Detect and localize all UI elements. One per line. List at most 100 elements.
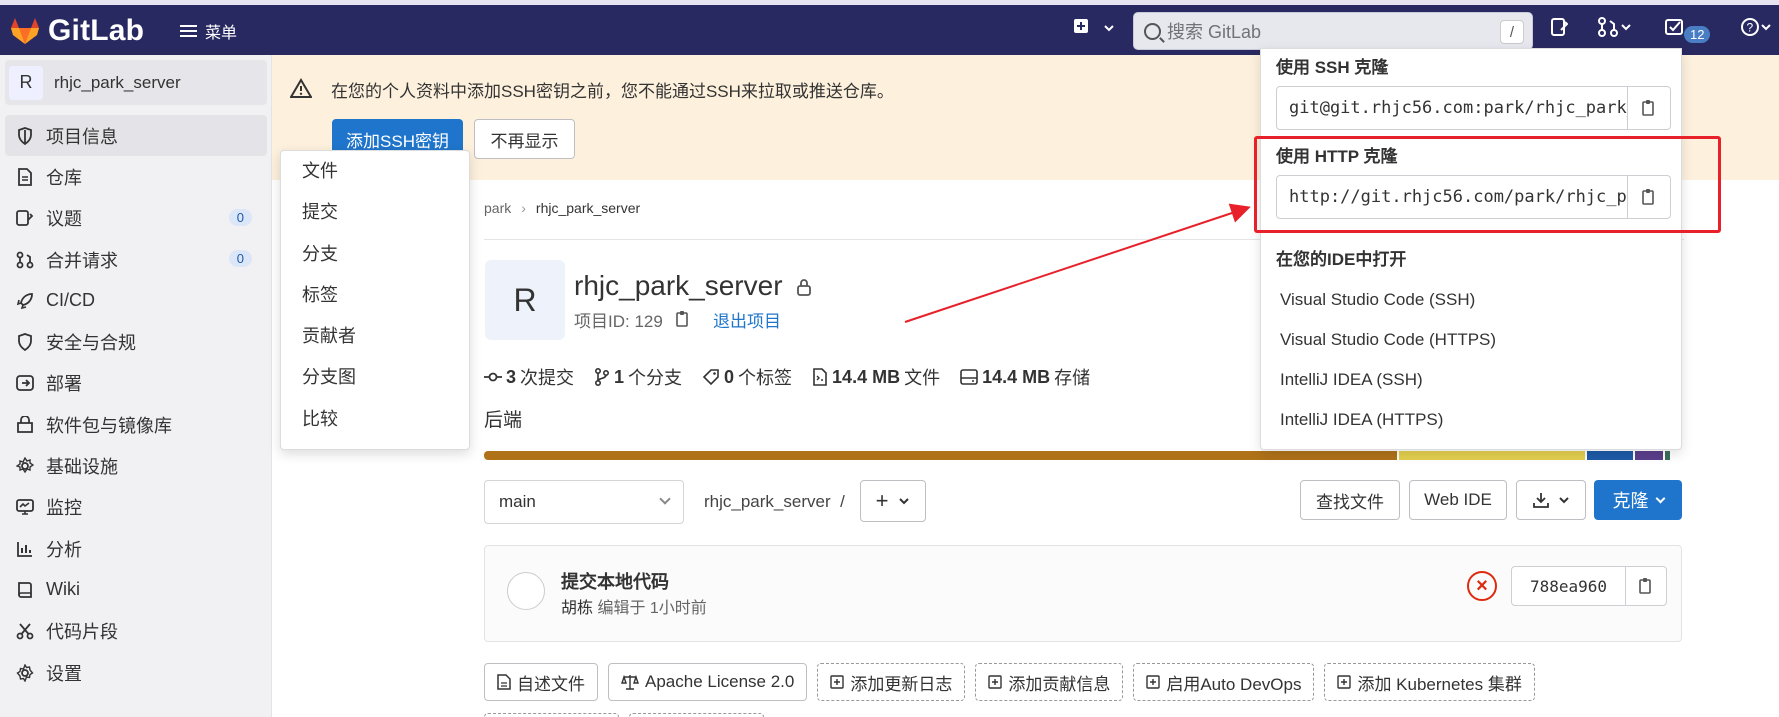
stat-storage[interactable]: 14.4 MB 存储 [960, 364, 1090, 390]
ide-item-intellij-ssh[interactable]: IntelliJ IDEA (SSH) [1280, 370, 1423, 390]
language-bar-segment[interactable] [1632, 451, 1663, 460]
language-bar-segment[interactable] [1662, 451, 1670, 460]
language-bar-segment[interactable] [1584, 451, 1633, 460]
lock-icon [797, 279, 811, 296]
merge-request-icon [1598, 17, 1631, 37]
sidebar-item-merge-requests[interactable]: 合并请求 0 [0, 239, 272, 280]
sidebar-item-infrastructure[interactable]: 基础设施 [0, 445, 272, 486]
sidebar-item-security[interactable]: 安全与合规 [0, 321, 272, 362]
clone-label: 克隆 [1612, 491, 1649, 511]
menu-item-contributors[interactable]: 贡献者 [281, 316, 469, 357]
sidebar-item-packages[interactable]: 软件包与镜像库 [0, 404, 272, 445]
sidebar-project-header[interactable]: R rhjc_park_server [5, 60, 267, 105]
gitlab-logo[interactable]: GitLab [10, 14, 144, 48]
sidebar-item-wiki[interactable]: Wiki [0, 569, 272, 610]
leave-project-link[interactable]: 退出项目 [713, 307, 781, 332]
breadcrumb-project-link[interactable]: rhjc_park_server [536, 200, 640, 216]
web-ide-button[interactable]: Web IDE [1409, 480, 1507, 520]
menu-item-commits[interactable]: 提交 [281, 192, 469, 233]
language-bar-segment[interactable] [484, 451, 1397, 460]
merge-requests-button[interactable] [1598, 17, 1632, 42]
commit-sha[interactable]: 788ea960 [1512, 567, 1626, 605]
copy-icon[interactable] [675, 310, 691, 328]
chevron-down-icon[interactable] [1103, 18, 1115, 39]
sidebar-item-deployments[interactable]: 部署 [0, 363, 272, 404]
copy-ssh-url-button[interactable] [1628, 87, 1670, 129]
ide-item-intellij-https[interactable]: IntelliJ IDEA (HTTPS) [1280, 410, 1443, 430]
repository-submenu: 文件 提交 分支 标签 贡献者 分支图 比较 [280, 150, 470, 450]
merge-requests-count-badge: 0 [228, 249, 252, 267]
readme-button[interactable]: 自述文件 [484, 663, 598, 701]
sidebar-item-settings[interactable]: 设置 [0, 652, 272, 693]
stat-tags[interactable]: 0 个标签 [702, 364, 792, 390]
sidebar-item-label: 基础设施 [46, 457, 118, 478]
sidebar-item-snippets[interactable]: 代码片段 [0, 611, 272, 652]
chip-label: Apache License 2.0 [645, 672, 795, 691]
sidebar-item-label: 项目信息 [46, 126, 118, 147]
chevron-down-icon [899, 498, 910, 505]
menu-item-files[interactable]: 文件 [281, 151, 469, 192]
todos-button[interactable] [1665, 17, 1685, 42]
branch-selector[interactable]: main [484, 480, 684, 524]
project-avatar: R [9, 65, 43, 100]
enable-auto-devops-button[interactable]: 启用Auto DevOps [1133, 663, 1315, 701]
project-sidebar: R rhjc_park_server 项目信息 仓库 议题 0 合并请求 0 C… [0, 55, 272, 717]
menu-item-branches[interactable]: 分支 [281, 234, 469, 275]
add-kubernetes-cluster-button[interactable]: 添加 Kubernetes 集群 [1324, 663, 1535, 701]
branch-count: 1 [614, 366, 625, 387]
cut-off-button[interactable] [484, 713, 619, 717]
gitlab-project-page: GitLab 菜单 搜索 GitLab / 12 ? R rhjc_park_s… [0, 0, 1779, 717]
sidebar-item-label: CI/CD [46, 290, 95, 311]
create-new-button[interactable] [1073, 18, 1089, 39]
clone-button[interactable]: 克隆 [1594, 480, 1682, 520]
copy-sha-button[interactable] [1626, 567, 1666, 605]
pipeline-failed-icon[interactable]: × [1467, 571, 1497, 601]
download-icon [1533, 493, 1549, 508]
stat-files-size[interactable]: 14.4 MB 文件 [812, 364, 940, 390]
menu-button[interactable]: 菜单 [180, 19, 237, 43]
add-to-tree-button[interactable]: + [860, 480, 926, 522]
repo-path-root[interactable]: rhjc_park_server [704, 492, 831, 511]
chip-label: 添加贡献信息 [1008, 674, 1111, 694]
menu-item-tags[interactable]: 标签 [281, 275, 469, 316]
menu-item-graph[interactable]: 分支图 [281, 357, 469, 398]
ssh-url-input[interactable]: git@git.rhjc56.com:park/rhjc_park_server… [1277, 87, 1628, 129]
add-contributing-button[interactable]: 添加贡献信息 [975, 663, 1124, 701]
commit-time: 编辑于 1小时前 [593, 600, 707, 617]
sidebar-item-analytics[interactable]: 分析 [0, 528, 272, 569]
chip-label: 添加 Kubernetes 集群 [1357, 674, 1522, 694]
breadcrumb-group-link[interactable]: park [484, 200, 511, 216]
sidebar-item-label: Wiki [46, 579, 80, 600]
sidebar-item-project-info[interactable]: 项目信息 [5, 115, 267, 157]
author-avatar[interactable] [507, 572, 545, 610]
download-button[interactable] [1516, 480, 1586, 520]
sidebar-item-label: 安全与合规 [46, 333, 136, 354]
tag-label: 个标签 [738, 368, 793, 388]
find-file-button[interactable]: 查找文件 [1300, 480, 1400, 520]
commit-author[interactable]: 胡栋 [561, 600, 593, 617]
open-in-ide-label: 在您的IDE中打开 [1276, 250, 1407, 269]
tanuki-icon [11, 18, 39, 44]
help-button[interactable]: ? [1740, 17, 1774, 42]
sidebar-item-cicd[interactable]: CI/CD [0, 280, 272, 321]
sidebar-item-monitor[interactable]: 监控 [0, 487, 272, 528]
add-changelog-button[interactable]: 添加更新日志 [817, 663, 966, 701]
dont-show-again-button[interactable]: 不再显示 [474, 119, 575, 159]
language-bar[interactable] [484, 451, 1682, 460]
cut-off-button[interactable] [629, 713, 764, 717]
commit-title[interactable]: 提交本地代码 [561, 568, 669, 594]
menu-item-compare[interactable]: 比较 [281, 399, 469, 440]
monitor-icon [14, 496, 36, 518]
stat-branches[interactable]: 1 个分支 [594, 364, 682, 390]
ide-item-vscode-ssh[interactable]: Visual Studio Code (SSH) [1280, 290, 1475, 310]
sidebar-item-issues[interactable]: 议题 0 [0, 198, 272, 239]
search-input[interactable]: 搜索 GitLab / [1133, 12, 1533, 50]
issues-button[interactable] [1550, 17, 1569, 42]
language-bar-segment[interactable] [1396, 451, 1585, 460]
stat-commits[interactable]: 3 次提交 [484, 364, 574, 390]
tag-count: 0 [724, 366, 735, 387]
sidebar-item-repository[interactable]: 仓库 [0, 156, 272, 197]
ide-item-vscode-https[interactable]: Visual Studio Code (HTTPS) [1280, 330, 1496, 350]
license-button[interactable]: Apache License 2.0 [608, 663, 808, 701]
commit-icon [484, 372, 502, 382]
